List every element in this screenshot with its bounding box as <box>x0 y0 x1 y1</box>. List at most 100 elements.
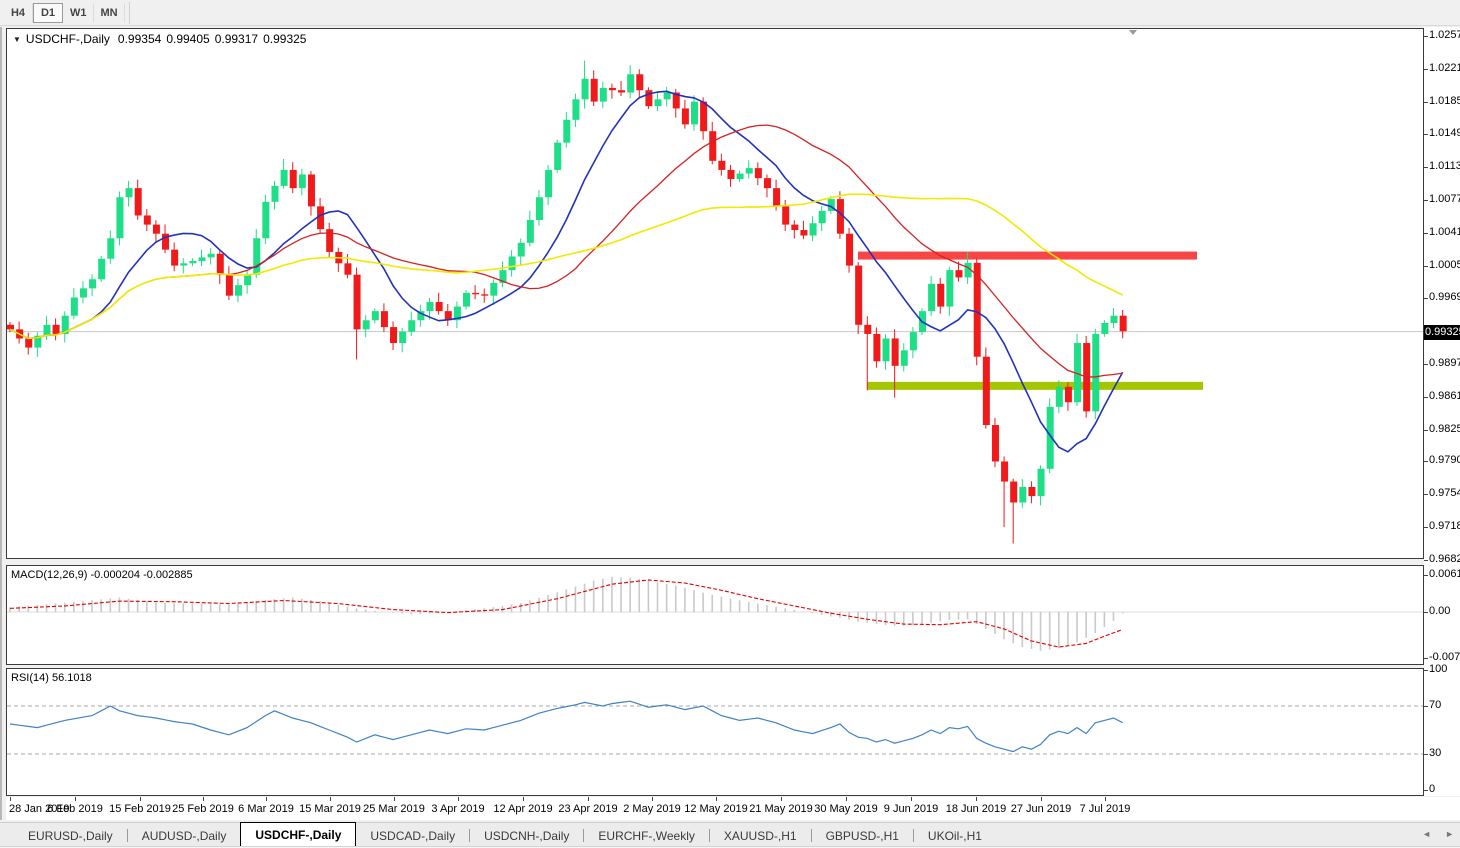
slow-ma-line <box>9 193 1124 340</box>
tab-usdchf-daily[interactable]: USDCHF-,Daily <box>240 822 357 846</box>
candle-body <box>98 258 106 280</box>
macd-panel[interactable]: MACD(12,26,9) -0.000204 -0.002885 <box>6 565 1424 665</box>
candle-body <box>554 142 562 170</box>
mt4-terminal: H4 D1 W1 MN ▼ USDCHF-,Daily 0.99354 0.99405… <box>0 0 1460 848</box>
candle-body <box>244 274 252 286</box>
candle-body <box>754 168 762 179</box>
price-tick: 0.97900 <box>1429 454 1460 466</box>
price-tick: 1.02570 <box>1429 29 1460 41</box>
candle-body <box>472 292 480 295</box>
macd-value-signal: -0.002885 <box>143 569 193 581</box>
candle-body <box>353 274 361 330</box>
date-tick <box>330 797 331 801</box>
date-label: 21 May 2019 <box>749 803 813 815</box>
date-label: 30 May 2019 <box>814 803 878 815</box>
price-axis[interactable]: 1.02570 1.02210 1.01850 1.01490 1.01130 1.007… <box>1424 27 1460 796</box>
candle-body <box>946 270 954 307</box>
tab-scroll-right-icon[interactable]: ► <box>1445 829 1454 839</box>
candle-body <box>891 338 899 366</box>
candle-body <box>344 263 352 275</box>
rsi-panel[interactable]: RSI(14) 56.1018 <box>6 668 1424 796</box>
symbol-dropdown-icon[interactable]: ▼ <box>13 35 21 44</box>
chart-shift-marker-icon[interactable] <box>1129 30 1137 35</box>
price-tick-dash <box>1424 102 1428 103</box>
resistance-line[interactable] <box>858 251 1197 260</box>
period-button-d1[interactable]: D1 <box>33 2 63 23</box>
candle-body <box>681 108 689 125</box>
rsi-tick: 0 <box>1429 783 1436 795</box>
date-tick <box>75 797 76 801</box>
price-tick: 1.01850 <box>1429 95 1460 107</box>
tab-xauusd-h1[interactable]: XAUUSD-,H1 <box>710 825 811 846</box>
candlestick-chart[interactable] <box>7 29 1423 558</box>
period-button-w1[interactable]: W1 <box>63 2 94 23</box>
period-toolbar: H4 D1 W1 MN <box>0 0 1460 26</box>
date-label: 27 Jun 2019 <box>1010 803 1072 815</box>
candle-body <box>590 78 598 102</box>
candle-body <box>79 288 87 298</box>
macd-chart[interactable] <box>7 566 1423 664</box>
date-tick <box>394 797 395 801</box>
candle-body <box>189 261 197 264</box>
price-tick-dash <box>1424 430 1428 431</box>
tab-usdcad-daily[interactable]: USDCAD-,Daily <box>356 825 469 846</box>
price-tick: 0.99690 <box>1429 291 1460 303</box>
date-label: 18 Jun 2019 <box>945 803 1007 815</box>
tab-gbpusd-h1[interactable]: GBPUSD-,H1 <box>812 825 913 846</box>
candle-body <box>426 302 434 312</box>
candle-body <box>718 160 726 170</box>
candle-body <box>490 282 498 296</box>
rsi-tick: 70 <box>1429 699 1442 711</box>
tab-ukoil-h1[interactable]: UKOil-,H1 <box>914 825 996 846</box>
rsi-chart[interactable] <box>7 669 1423 795</box>
candle-body <box>736 173 744 180</box>
main-chart-panel[interactable]: ▼ USDCHF-,Daily 0.99354 0.99405 0.99317 … <box>6 28 1424 559</box>
price-tick-dash <box>1424 560 1428 561</box>
chart-symbol-label: USDCHF-,Daily <box>25 32 110 46</box>
candle-body <box>545 169 553 198</box>
date-tick <box>458 797 459 801</box>
tab-eurusd-daily[interactable]: EURUSD-,Daily <box>14 825 127 846</box>
candle-body <box>745 168 753 174</box>
date-tick <box>10 797 11 801</box>
rsi-tick-dash <box>1424 706 1428 707</box>
candle-body <box>1119 315 1127 332</box>
rsi-header: RSI(14) 56.1018 <box>11 672 92 684</box>
chart-tabs: EURUSD-,Daily AUDUSD-,Daily USDCHF-,Daily U… <box>14 822 996 846</box>
candle-body <box>700 101 708 132</box>
price-tick: 0.97180 <box>1429 520 1460 532</box>
price-tick: 0.97540 <box>1429 487 1460 499</box>
chart-tabbar: EURUSD-,Daily AUDUSD-,Daily USDCHF-,Daily U… <box>0 822 1460 846</box>
tab-audusd-daily[interactable]: AUDUSD-,Daily <box>128 825 241 846</box>
price-tick-dash <box>1424 527 1428 528</box>
candle-body <box>763 178 771 189</box>
candle-body <box>618 90 626 93</box>
candle-body <box>855 265 863 325</box>
candle-body <box>180 263 188 266</box>
support-line[interactable] <box>867 381 1203 390</box>
price-tick-dash <box>1424 266 1428 267</box>
candle-body <box>791 224 799 231</box>
tab-scroll-left-icon[interactable]: ◄ <box>1422 829 1431 839</box>
candle-body <box>982 356 990 426</box>
tab-scroll-buttons: ◄ ► <box>1422 829 1454 839</box>
candle-body <box>599 87 607 102</box>
candle-body <box>1019 486 1027 503</box>
tab-usdcnh-daily[interactable]: USDCNH-,Daily <box>470 825 583 846</box>
candle-body <box>773 188 781 207</box>
candle-body <box>1064 386 1072 403</box>
ohlc-low: 0.99317 <box>214 32 259 46</box>
candle-body <box>107 238 115 259</box>
candle-body <box>7 324 14 330</box>
candle-body <box>809 223 817 236</box>
date-label: 9 Jun 2019 <box>883 803 939 815</box>
period-button-mn[interactable]: MN <box>94 2 125 23</box>
price-tick-dash <box>1424 364 1428 365</box>
tab-eurchf-weekly[interactable]: EURCHF-,Weekly <box>584 825 708 846</box>
macd-tick-dash <box>1424 612 1428 613</box>
date-label: 6 Feb 2019 <box>47 803 103 815</box>
candle-body <box>198 257 206 262</box>
ohlc-close: 0.99325 <box>263 32 307 46</box>
date-axis[interactable]: 28 Jan 2019 6 Feb 2019 15 Feb 2019 25 Feb 2… <box>6 797 1460 820</box>
period-button-h4[interactable]: H4 <box>3 2 33 23</box>
